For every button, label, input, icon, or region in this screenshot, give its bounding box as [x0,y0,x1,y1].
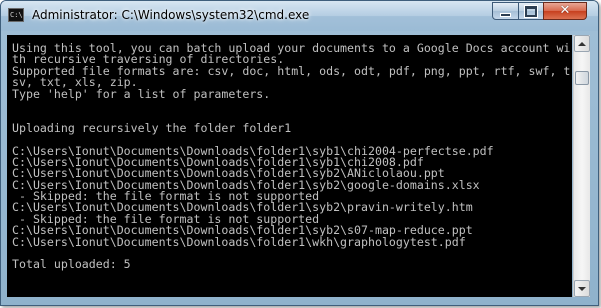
minimize-icon [500,13,511,17]
console-output[interactable]: Using this tool, you can batch upload yo… [7,35,572,297]
window-title: Administrator: C:\Windows\system32\cmd.e… [32,8,310,22]
console-lines: Using this tool, you can batch upload yo… [7,35,572,271]
scroll-down-button[interactable] [574,280,590,297]
arrow-down-icon [578,286,586,291]
cmd-icon[interactable]: C:\ [8,8,24,22]
console-line: C:\Users\Ionut\Documents\Downloads\folde… [12,234,466,249]
maximize-icon [524,4,538,18]
console-line: Type 'help' for a list of parameters. [12,86,271,101]
cmd-window: C:\ Administrator: C:\Windows\system32\c… [0,0,599,306]
close-icon: ✕ [559,3,571,18]
close-button[interactable]: ✕ [543,2,587,20]
maximize-button[interactable] [518,2,544,20]
arrow-up-icon [578,41,586,46]
scrollbar-thumb[interactable] [575,71,589,85]
minimize-button[interactable] [492,2,519,20]
console-line: Uploading recursively the folder folder1 [12,120,292,135]
console-line: Total uploaded: 5 [12,257,131,272]
vertical-scrollbar[interactable] [573,35,590,297]
title-bar[interactable]: C:\ Administrator: C:\Windows\system32\c… [1,1,598,31]
scroll-up-button[interactable] [574,35,590,52]
